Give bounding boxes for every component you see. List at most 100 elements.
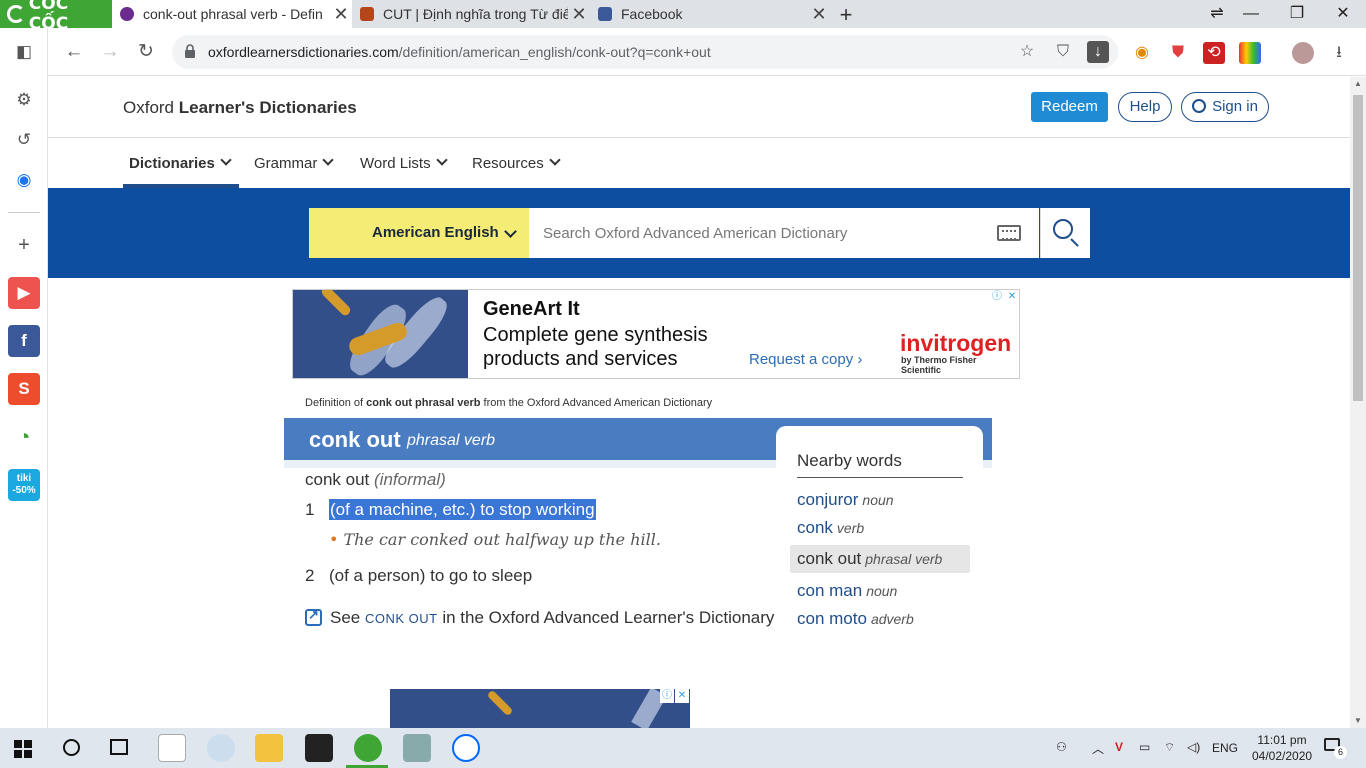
chevron-down-icon: [549, 154, 561, 166]
lock-icon: [185, 44, 195, 58]
clock[interactable]: 11:01 pm 04/02/2020: [1252, 732, 1312, 764]
chevron-down-icon: [504, 225, 517, 238]
shield-icon[interactable]: ⛉: [1052, 41, 1074, 63]
close-icon[interactable]: ✕: [808, 4, 830, 25]
sticky-app-icon[interactable]: [305, 734, 333, 762]
download-video-icon[interactable]: ↓: [1087, 41, 1109, 63]
dictionary-language-select[interactable]: American English: [309, 208, 529, 258]
profile-avatar[interactable]: [1292, 42, 1314, 64]
nearby-word[interactable]: con man noun: [797, 581, 897, 601]
extension-shield-icon[interactable]: ⛊: [1167, 42, 1189, 64]
windows-taskbar: ⚇ ︿ V ▭ ⌔ ◁) ENG 11:01 pm 04/02/2020 6: [0, 728, 1366, 768]
paint-app-icon[interactable]: [158, 734, 186, 762]
sign-in-button[interactable]: Sign in: [1181, 92, 1269, 122]
page-scrollbar[interactable]: ▲ ▼: [1350, 77, 1366, 728]
forward-icon[interactable]: →: [96, 38, 124, 66]
advertisement-banner-2[interactable]: ⓘ ✕: [390, 689, 690, 728]
file-explorer-icon[interactable]: [255, 734, 283, 762]
bookmark-star-icon[interactable]: ☆: [1016, 41, 1038, 63]
shopee-icon[interactable]: S: [8, 373, 40, 405]
wifi-icon[interactable]: ⌔: [1164, 740, 1175, 755]
search-button[interactable]: [1040, 208, 1090, 258]
scroll-up-icon[interactable]: ▲: [1350, 77, 1366, 91]
volume-icon[interactable]: ◁): [1187, 740, 1200, 754]
nearby-word[interactable]: conk verb: [797, 518, 864, 538]
menu-word-lists[interactable]: Word Lists: [360, 154, 448, 172]
coccoc-icon[interactable]: ◔: [8, 421, 40, 453]
menu-resources[interactable]: Resources: [472, 154, 561, 172]
nearby-word[interactable]: conjuror noun: [797, 490, 894, 510]
coccoc-brand[interactable]: CỐC CỐC: [0, 0, 112, 34]
coccoc-taskbar-icon[interactable]: [354, 734, 382, 762]
downloads-icon[interactable]: ⭳: [1328, 42, 1350, 64]
window-close-icon[interactable]: ✕: [1320, 0, 1366, 28]
definition-source: Definition of conk out phrasal verb from…: [305, 397, 713, 409]
messenger-icon[interactable]: ◉: [8, 164, 40, 196]
sidebar-divider: [8, 212, 40, 213]
menu-dictionaries[interactable]: Dictionaries: [129, 154, 232, 172]
notifications-icon[interactable]: 6: [1324, 738, 1347, 759]
sidebar-toggle-icon[interactable]: ◧: [8, 36, 40, 68]
close-icon[interactable]: ✕: [330, 4, 352, 25]
facebook-icon[interactable]: f: [8, 325, 40, 357]
minimize-icon[interactable]: —: [1228, 0, 1274, 28]
back-icon[interactable]: ←: [60, 38, 88, 66]
scroll-down-icon[interactable]: ▼: [1350, 714, 1366, 728]
tab-title: CUT | Định nghĩa trong Từ điể: [383, 6, 568, 22]
ad-image: [293, 290, 468, 378]
ad-info-icon[interactable]: ⓘ: [660, 689, 674, 703]
input-language[interactable]: ENG: [1212, 741, 1238, 755]
people-icon[interactable]: ⚇: [1056, 740, 1067, 754]
history-icon[interactable]: ↺: [8, 124, 40, 156]
scrollbar-thumb[interactable]: [1353, 95, 1363, 401]
tab-title: Facebook: [621, 6, 683, 22]
vietkey-icon[interactable]: V: [1115, 740, 1123, 754]
tab-cut[interactable]: CUT | Định nghĩa trong Từ điể ✕: [352, 0, 590, 28]
tab-facebook[interactable]: Facebook ✕: [590, 0, 830, 28]
youtube-icon[interactable]: ▶: [8, 277, 40, 309]
redeem-button[interactable]: Redeem: [1031, 92, 1108, 122]
ad-cta-link[interactable]: Request a copy ›: [749, 351, 862, 368]
restore-icon[interactable]: ❐: [1274, 0, 1320, 28]
windows-start-icon[interactable]: [14, 740, 32, 758]
close-icon[interactable]: ✕: [568, 4, 590, 25]
zalo-app-icon[interactable]: [452, 734, 480, 762]
ad-info-icon[interactable]: ⓘ: [990, 290, 1004, 304]
tray-chevron-up-icon[interactable]: ︿: [1092, 740, 1104, 757]
advertisement-banner[interactable]: GeneArt It Complete gene synthesis produ…: [292, 289, 1020, 379]
nearby-word-current[interactable]: conk out phrasal verb: [790, 545, 970, 573]
add-icon[interactable]: +: [8, 229, 40, 261]
task-view-icon[interactable]: [110, 739, 128, 755]
chevron-down-icon: [435, 154, 448, 166]
extension-chrome-icon[interactable]: ◉: [1131, 42, 1153, 64]
notification-count: 6: [1334, 746, 1347, 759]
tab-conk-out[interactable]: conk-out phrasal verb - Defin ✕: [112, 0, 352, 28]
help-button[interactable]: Help: [1118, 92, 1172, 122]
reload-icon[interactable]: ↻: [132, 38, 160, 66]
see-also-link[interactable]: See CONK OUT in the Oxford Advanced Lear…: [305, 607, 774, 628]
nearby-words-divider: [797, 477, 963, 478]
search-circle-icon[interactable]: [63, 739, 80, 756]
app-icon[interactable]: [403, 734, 431, 762]
extension-palette-icon[interactable]: [1239, 42, 1261, 64]
settings-icon[interactable]: ⚙: [8, 84, 40, 116]
ad-close-icon[interactable]: ✕: [1005, 290, 1019, 304]
search-input[interactable]: [529, 208, 1039, 258]
keyboard-icon[interactable]: [997, 225, 1021, 241]
snipping-app-icon[interactable]: [207, 734, 235, 762]
browser-toolbar: ← → ↻ oxfordlearnersdictionaries.com/def…: [0, 28, 1366, 76]
address-bar[interactable]: oxfordlearnersdictionaries.com/definitio…: [172, 35, 1118, 69]
ad-body: Complete gene synthesis products and ser…: [483, 324, 708, 370]
tiki-icon[interactable]: tiki -50%: [8, 469, 40, 501]
nearby-words-panel: Nearby words conjuror noun conk verb conk …: [776, 426, 983, 646]
battery-icon[interactable]: ▭: [1139, 740, 1150, 754]
header-divider: [48, 137, 1350, 138]
ad-brand-logo: invitrogen: [900, 330, 1012, 356]
extension-sync-icon[interactable]: ⟲: [1203, 42, 1225, 64]
ad-close-icon[interactable]: ✕: [675, 689, 689, 703]
new-tab-icon[interactable]: +: [832, 2, 860, 28]
nearby-word[interactable]: con moto adverb: [797, 609, 914, 629]
menu-grammar[interactable]: Grammar: [254, 154, 335, 172]
external-link-icon: [305, 607, 322, 626]
site-title[interactable]: Oxford Learner's Dictionaries: [123, 98, 357, 118]
